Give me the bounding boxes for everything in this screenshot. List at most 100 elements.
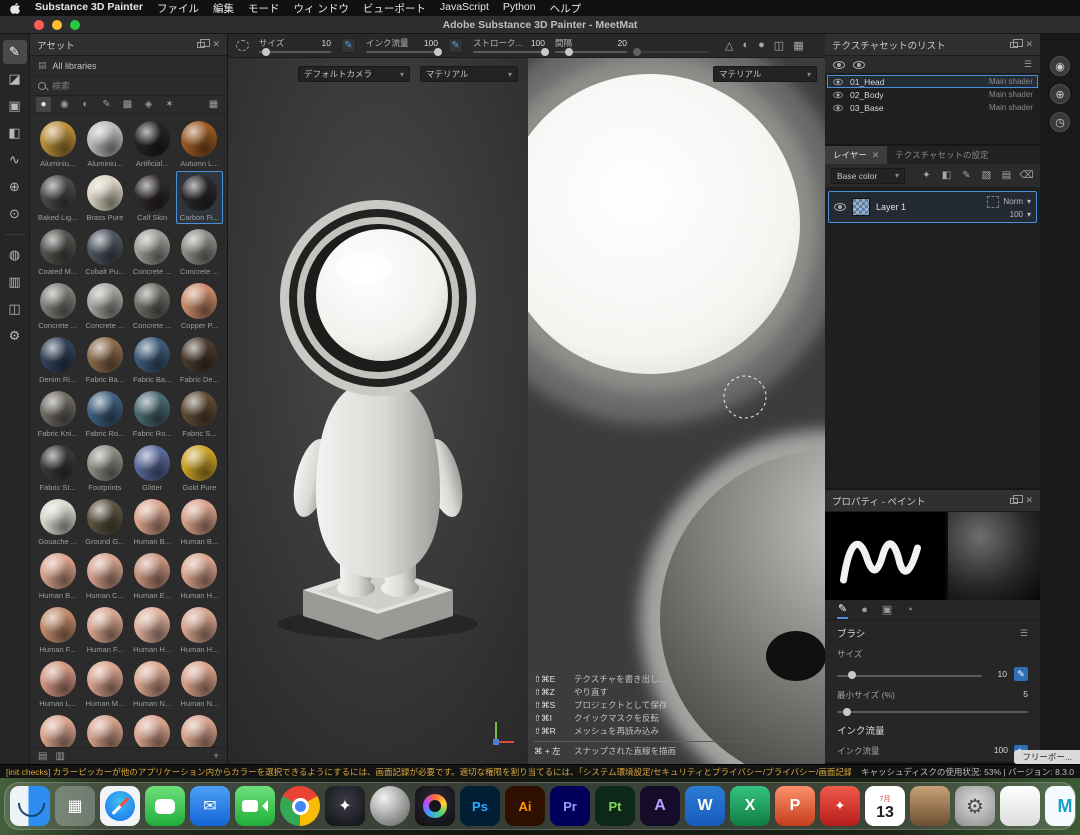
tool-display-settings[interactable]: ⚙: [3, 324, 27, 348]
dock-final-cut-pro[interactable]: ✦: [325, 786, 365, 826]
navigation-gizmo[interactable]: [476, 716, 518, 750]
toolbar-slider-3[interactable]: [555, 51, 627, 53]
tool-paint[interactable]: ✎: [3, 40, 27, 64]
toolbar-slider-1[interactable]: [366, 51, 438, 53]
add-smart-material-icon[interactable]: ▧: [979, 168, 994, 183]
filter-smart-materials-icon[interactable]: ◉: [57, 97, 72, 112]
asset-19[interactable]: Fabric De...: [176, 333, 223, 386]
tool-smudge[interactable]: ∿: [3, 148, 27, 172]
menu-item-4[interactable]: ウィ ンドウ: [293, 1, 348, 16]
add-mask-placeholder[interactable]: [987, 196, 999, 208]
menu-item-3[interactable]: モード: [248, 1, 280, 16]
dock-facetime[interactable]: [235, 786, 275, 826]
dock-powerpoint[interactable]: P: [775, 786, 815, 826]
delete-layer-icon[interactable]: ⌫: [1019, 168, 1034, 183]
tool-quick-mask[interactable]: ◍: [3, 243, 27, 267]
dock-excel[interactable]: X: [730, 786, 770, 826]
asset-26[interactable]: Glitter: [129, 441, 176, 494]
asset-30[interactable]: Human B...: [129, 495, 176, 548]
float-panel-icon[interactable]: [1010, 498, 1018, 504]
asset-40[interactable]: Human L...: [34, 657, 81, 710]
search-input[interactable]: [52, 81, 219, 91]
asset-1[interactable]: Aluminiu...: [81, 117, 128, 170]
asset-33[interactable]: Human C...: [81, 549, 128, 602]
grid-view-icon[interactable]: ▦: [206, 97, 221, 112]
tab-layers[interactable]: レイヤー ✕: [825, 146, 887, 164]
asset-44[interactable]: Human N...: [34, 711, 81, 747]
eye-icon[interactable]: [833, 104, 843, 110]
lasso-icon[interactable]: [236, 40, 249, 51]
dock-chrome[interactable]: [280, 786, 320, 826]
dock-red-utility[interactable]: ✦: [820, 786, 860, 826]
add-folder-icon[interactable]: ▤: [999, 168, 1014, 183]
filter-smart-masks-icon[interactable]: ◐: [78, 97, 93, 112]
asset-45[interactable]: Human N...: [81, 711, 128, 747]
dock-mimestream[interactable]: M: [1045, 786, 1076, 826]
pressure-toggle-1[interactable]: ✎: [448, 38, 463, 53]
texture-set-01_Head[interactable]: 01_HeadMain shader: [827, 75, 1038, 88]
asset-5[interactable]: Brass Pure: [81, 171, 128, 224]
asset-25[interactable]: Footprints: [81, 441, 128, 494]
snap-grid-icon[interactable]: ▦: [793, 39, 803, 52]
asset-11[interactable]: Concrete ...: [176, 225, 223, 278]
overlay-sphere-button[interactable]: ◉: [1050, 56, 1070, 76]
properties-tab-material[interactable]: ●: [860, 602, 869, 618]
layer-opacity[interactable]: 100: [1010, 210, 1023, 219]
dock-finder[interactable]: [10, 786, 50, 826]
backface-culling-icon[interactable]: ◐: [742, 39, 749, 52]
asset-20[interactable]: Fabric Kni...: [34, 387, 81, 440]
texture-set-03_Base[interactable]: 03_BaseMain shader: [827, 101, 1038, 114]
properties-tab-brush[interactable]: ✎: [837, 600, 848, 619]
window-title-bar[interactable]: Adobe Substance 3D Painter - MeetMat: [0, 16, 1080, 34]
close-panel-icon[interactable]: ✕: [1025, 495, 1033, 506]
shading-mode-select-3d[interactable]: マテリアル ▾: [420, 66, 518, 82]
dock-illustrator[interactable]: Ai: [505, 786, 545, 826]
min-size-slider[interactable]: [837, 711, 1028, 713]
texture-set-02_Body[interactable]: 02_BodyMain shader: [827, 88, 1038, 101]
float-panel-icon[interactable]: [197, 42, 205, 48]
blend-mode[interactable]: Norm: [1003, 197, 1023, 206]
dock-photos-portrait[interactable]: [910, 786, 950, 826]
toolbar-slider-0[interactable]: [259, 51, 331, 53]
tool-projection[interactable]: ▣: [3, 94, 27, 118]
close-panel-icon[interactable]: ✕: [212, 39, 220, 50]
dock-launchpad[interactable]: ▦: [55, 786, 95, 826]
tool-geometry-mask[interactable]: ◫: [3, 297, 27, 321]
dock-davinci-resolve[interactable]: [415, 786, 455, 826]
asset-31[interactable]: Human B...: [176, 495, 223, 548]
dock-word[interactable]: W: [685, 786, 725, 826]
asset-3[interactable]: Autumn L...: [176, 117, 223, 170]
layer-row[interactable]: Layer 1 Norm ▾ 100 ▾: [828, 191, 1037, 223]
detail-view-icon[interactable]: ▥: [55, 751, 64, 762]
asset-8[interactable]: Coated M...: [34, 225, 81, 278]
dock-photoshop[interactable]: Ps: [460, 786, 500, 826]
asset-43[interactable]: Human N...: [176, 657, 223, 710]
menu-item-1[interactable]: ファイル: [157, 1, 199, 16]
viewport-2d[interactable]: マテリアル ▾ ⇧⌘Eテクスチャを書き出し...⇧⌘Zやり直す⇧⌘Sプロジェクト…: [528, 58, 825, 764]
asset-36[interactable]: Human F...: [34, 603, 81, 656]
dock-safari[interactable]: [100, 786, 140, 826]
overlay-history-button[interactable]: ◷: [1050, 112, 1070, 132]
tool-material-picker[interactable]: ⊙: [3, 202, 27, 226]
apple-menu-icon[interactable]: [10, 2, 21, 15]
camera-select[interactable]: デフォルトカメラ ▾: [298, 66, 410, 82]
asset-12[interactable]: Concrete ...: [34, 279, 81, 332]
filter-materials-icon[interactable]: ●: [36, 97, 51, 112]
menu-item-6[interactable]: JavaScript: [440, 1, 489, 16]
properties-tab-stencil[interactable]: ▣: [881, 601, 893, 618]
asset-28[interactable]: Gouache ...: [34, 495, 81, 548]
dock-affinity[interactable]: A: [640, 786, 680, 826]
library-selector[interactable]: ▤ All libraries: [30, 56, 227, 76]
list-options-icon[interactable]: ☰: [1024, 59, 1032, 70]
list-view-icon[interactable]: ▤: [38, 751, 47, 762]
asset-23[interactable]: Fabric S...: [176, 387, 223, 440]
perspective-icon[interactable]: △: [725, 39, 733, 52]
asset-6[interactable]: Calf Skin: [129, 171, 176, 224]
menu-item-5[interactable]: ビューポート: [363, 1, 426, 16]
toolbar-slider-2[interactable]: [473, 51, 545, 53]
asset-42[interactable]: Human N...: [129, 657, 176, 710]
channel-select[interactable]: Base color ▾: [831, 168, 905, 184]
add-asset-button[interactable]: +: [213, 751, 219, 762]
menu-item-8[interactable]: ヘルプ: [550, 1, 582, 16]
asset-29[interactable]: Ground G...: [81, 495, 128, 548]
